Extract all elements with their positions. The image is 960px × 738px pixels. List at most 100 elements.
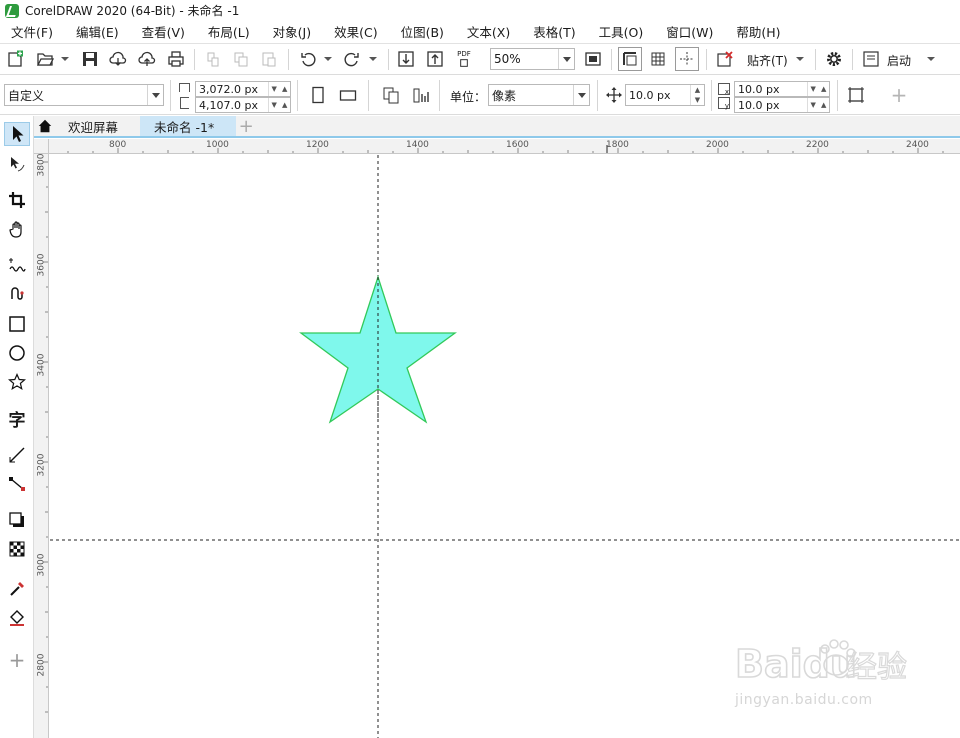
launch-dropdown-icon[interactable]: [926, 48, 935, 70]
nudge-spinner[interactable]: ▲ ▼: [690, 85, 704, 105]
duplicate-y-input[interactable]: 10.0 px ▼ ▲: [734, 97, 830, 113]
show-rulers-icon[interactable]: [618, 47, 642, 71]
show-grid-icon[interactable]: [647, 48, 669, 70]
save-icon[interactable]: [79, 48, 101, 70]
add-tool-icon[interactable]: +: [4, 648, 30, 672]
duplicate-x-spinner[interactable]: ▼ ▲: [807, 82, 829, 96]
artistic-media-tool-icon[interactable]: [4, 282, 30, 306]
interactive-fill-tool-icon[interactable]: [4, 606, 30, 630]
connector-tool-icon[interactable]: [4, 472, 30, 496]
paste-icon[interactable]: [258, 48, 280, 70]
publish-pdf-icon[interactable]: PDF: [453, 48, 475, 70]
menu-table[interactable]: 表格(T): [522, 22, 587, 41]
export-icon[interactable]: [424, 48, 446, 70]
cloud-upload-icon[interactable]: [136, 48, 158, 70]
transparency-tool-icon[interactable]: [4, 537, 30, 561]
page-height-input[interactable]: 4,107.0 px ▼ ▲: [195, 97, 291, 113]
menu-tools[interactable]: 工具(O): [588, 22, 656, 41]
toolbar-separator: [194, 49, 195, 70]
document-tabs: 欢迎屏幕 未命名 -1* +: [34, 116, 960, 138]
new-document-icon[interactable]: [4, 48, 26, 70]
text-tool-icon[interactable]: 字: [4, 406, 30, 431]
landscape-orientation-icon[interactable]: [337, 84, 359, 106]
undo-icon[interactable]: [297, 48, 319, 70]
menu-layout[interactable]: 布局(L): [197, 22, 262, 41]
spinner-down-icon[interactable]: ▼: [811, 101, 816, 109]
menu-window[interactable]: 窗口(W): [655, 22, 725, 41]
snap-to-label[interactable]: 贴齐(T): [747, 52, 788, 69]
menu-effects[interactable]: 效果(C): [323, 22, 389, 41]
zoom-level-combo[interactable]: 50%: [490, 48, 575, 70]
page-width-spinner[interactable]: ▼ ▲: [268, 82, 290, 96]
launch-panel-icon[interactable]: [860, 48, 882, 70]
all-pages-icon[interactable]: [380, 84, 402, 106]
current-page-icon[interactable]: [410, 84, 432, 106]
polygon-star-tool-icon[interactable]: [4, 370, 30, 394]
dimension-tool-icon[interactable]: [4, 443, 30, 467]
menu-object[interactable]: 对象(J): [262, 22, 323, 41]
pan-tool-icon[interactable]: [4, 217, 30, 241]
redo-icon[interactable]: [341, 48, 363, 70]
add-tab-icon[interactable]: +: [236, 116, 256, 137]
spinner-up-icon[interactable]: ▲: [282, 101, 287, 109]
launch-label[interactable]: 启动: [887, 52, 911, 69]
cloud-download-icon[interactable]: [107, 48, 129, 70]
menu-bitmaps[interactable]: 位图(B): [390, 22, 456, 41]
spinner-up-icon[interactable]: ▲: [821, 85, 826, 93]
open-dropdown-icon[interactable]: [60, 48, 69, 70]
window-title: CorelDRAW 2020 (64-Bit) - 未命名 -1: [25, 4, 240, 18]
spinner-down-icon[interactable]: ▼: [272, 85, 277, 93]
snap-dropdown-icon[interactable]: [795, 48, 804, 70]
menu-text[interactable]: 文本(X): [456, 22, 522, 41]
home-icon[interactable]: [36, 116, 54, 136]
print-icon[interactable]: [165, 48, 187, 70]
drop-shadow-tool-icon[interactable]: [4, 508, 30, 532]
crop-tool-icon[interactable]: [4, 188, 30, 212]
units-combo[interactable]: 像素: [488, 84, 590, 106]
tab-welcome-screen[interactable]: 欢迎屏幕: [54, 116, 140, 136]
portrait-orientation-icon[interactable]: [307, 84, 329, 106]
ruler-origin[interactable]: [34, 139, 49, 154]
spinner-up-icon[interactable]: ▲: [821, 101, 826, 109]
show-guidelines-icon[interactable]: [675, 47, 699, 71]
options-gear-icon[interactable]: [823, 48, 845, 70]
open-folder-icon[interactable]: [34, 48, 56, 70]
horizontal-ruler[interactable]: 800 1000 1200 1400 1600 1800 2000 2200 2…: [49, 139, 960, 154]
spinner-down-icon[interactable]: ▼: [695, 96, 700, 104]
page-preset-combo[interactable]: 自定义: [4, 84, 164, 106]
redo-dropdown-icon[interactable]: [368, 48, 377, 70]
page-width-input[interactable]: 3,072.0 px ▼ ▲: [195, 81, 291, 97]
chevron-down-icon[interactable]: [147, 85, 163, 105]
cut-icon[interactable]: [202, 48, 224, 70]
spinner-up-icon[interactable]: ▲: [282, 85, 287, 93]
import-icon[interactable]: [395, 48, 417, 70]
duplicate-y-spinner[interactable]: ▼ ▲: [807, 98, 829, 112]
snap-off-icon[interactable]: [714, 48, 736, 70]
duplicate-x-input[interactable]: 10.0 px ▼ ▲: [734, 81, 830, 97]
add-icon[interactable]: +: [888, 83, 910, 107]
menu-view[interactable]: 查看(V): [131, 22, 197, 41]
shape-tool-icon[interactable]: [4, 152, 30, 176]
undo-dropdown-icon[interactable]: [323, 48, 332, 70]
menu-edit[interactable]: 编辑(E): [65, 22, 131, 41]
chevron-down-icon[interactable]: [573, 85, 589, 105]
copy-icon[interactable]: [230, 48, 252, 70]
page-bleed-icon[interactable]: [845, 84, 867, 106]
drawing-canvas[interactable]: [50, 155, 960, 738]
spinner-up-icon[interactable]: ▲: [695, 86, 700, 94]
freehand-tool-icon[interactable]: [4, 253, 30, 277]
menu-file[interactable]: 文件(F): [0, 22, 65, 41]
menu-help[interactable]: 帮助(H): [725, 22, 792, 41]
tab-document[interactable]: 未命名 -1*: [140, 116, 237, 136]
vertical-ruler[interactable]: 3800 3600 3400 3200 3000 2800: [34, 154, 49, 738]
page-height-spinner[interactable]: ▼ ▲: [268, 98, 290, 112]
full-screen-preview-icon[interactable]: [582, 48, 604, 70]
spinner-down-icon[interactable]: ▼: [272, 101, 277, 109]
spinner-down-icon[interactable]: ▼: [811, 85, 816, 93]
pick-tool-icon[interactable]: [4, 122, 30, 146]
nudge-distance-input[interactable]: 10.0 px ▲ ▼: [625, 84, 705, 106]
eyedropper-tool-icon[interactable]: [4, 577, 30, 601]
chevron-down-icon[interactable]: [558, 49, 574, 69]
rectangle-tool-icon[interactable]: [4, 312, 30, 336]
ellipse-tool-icon[interactable]: [4, 341, 30, 365]
